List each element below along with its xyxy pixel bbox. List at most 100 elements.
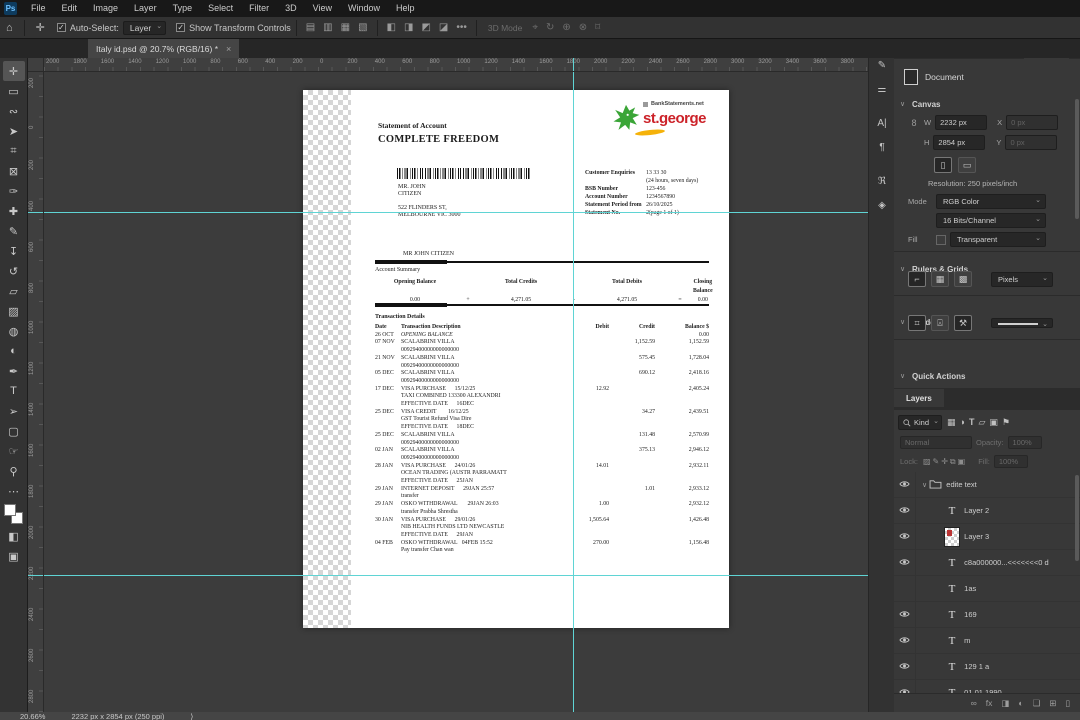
fill-select[interactable]: Transparent [950, 232, 1046, 247]
height-field[interactable]: 2854 px [933, 135, 986, 150]
lock-artboard-icon[interactable]: ⧉ [949, 457, 957, 467]
ruler-corner[interactable] [28, 58, 44, 72]
menu-edit[interactable]: Edit [54, 0, 86, 17]
menu-3d[interactable]: 3D [277, 0, 305, 17]
edit-toolbar[interactable]: ⋯ [3, 481, 25, 501]
vertical-guide[interactable] [573, 72, 574, 712]
lock-pixels-icon[interactable]: ✎ [932, 457, 941, 467]
rectangle-tool[interactable]: ▢ [3, 421, 25, 441]
toggle-rulers-icon[interactable]: ⌐ [908, 271, 926, 287]
move-tool[interactable]: ✛ [2, 61, 25, 81]
quick-mask-icon[interactable]: ◧ [3, 526, 25, 546]
visibility-toggle[interactable] [894, 679, 916, 693]
visibility-toggle[interactable] [894, 627, 916, 654]
history-brush-tool[interactable]: ↺ [3, 261, 25, 281]
new-group-icon[interactable]: ❏ [1033, 698, 1041, 709]
blur-tool[interactable]: ◍ [3, 321, 25, 341]
screen-mode-icon[interactable]: ▣ [3, 546, 25, 566]
layer-row[interactable]: T 169 [894, 601, 1080, 628]
menu-window[interactable]: Window [340, 0, 388, 17]
menu-view[interactable]: View [305, 0, 340, 17]
lock-guides-icon[interactable]: ⍓ [931, 315, 949, 331]
menu-layer[interactable]: Layer [126, 0, 165, 17]
layers-tab[interactable]: Layers [894, 389, 944, 407]
menu-select[interactable]: Select [200, 0, 241, 17]
document-tab[interactable]: Italy id.psd @ 20.7% (RGB/16) * × [88, 39, 240, 58]
eyedropper-tool[interactable]: ✑ [3, 181, 25, 201]
horizontal-ruler[interactable]: 2000 1800 1600 1400 1200 1000 800 600 400 200 0 200… [44, 58, 868, 72]
align-button-1[interactable]: ▥ [319, 22, 336, 33]
toggle-guides-icon[interactable]: ⌗ [908, 315, 926, 331]
filter-shape-layers-icon[interactable]: ▱ [976, 417, 987, 428]
quick-actions-section-header[interactable]: Quick Actions [894, 372, 1080, 381]
more-options-icon[interactable]: ••• [452, 22, 471, 33]
layers-scrollbar[interactable] [1075, 475, 1079, 561]
clone-stamp-tool[interactable]: ↧ [3, 241, 25, 261]
toggle-pixel-grid-icon[interactable]: ▩ [954, 271, 972, 287]
landscape-orientation-button[interactable]: ▭ [958, 157, 976, 173]
layer-row[interactable]: T 129 1 a [894, 653, 1080, 680]
gradient-tool[interactable]: ▨ [3, 301, 25, 321]
portrait-orientation-button[interactable]: ▯ [934, 157, 952, 173]
3d-panel-icon[interactable]: ◈ [869, 193, 895, 217]
canvas-section-header[interactable]: Canvas [894, 100, 1080, 109]
distribute-button-3[interactable]: ◪ [435, 22, 452, 33]
visibility-toggle[interactable] [894, 472, 916, 498]
horizontal-guide[interactable] [44, 575, 868, 576]
eraser-tool[interactable]: ▱ [3, 281, 25, 301]
zoom-tool[interactable]: ⚲ [3, 461, 25, 481]
visibility-toggle[interactable] [894, 523, 916, 550]
visibility-toggle[interactable] [894, 653, 916, 680]
layer-effects-icon[interactable]: fx [986, 698, 993, 708]
align-button-3[interactable]: ▧ [354, 22, 371, 33]
visibility-toggle[interactable] [894, 601, 916, 628]
menu-file[interactable]: File [23, 0, 54, 17]
document-canvas[interactable]: BankStatements.net st.george Statement o… [303, 90, 729, 628]
add-layer-mask-icon[interactable]: ◨ [1001, 698, 1009, 709]
ruler-units-select[interactable]: Pixels [991, 271, 1053, 287]
align-button-0[interactable]: ▤ [302, 22, 319, 33]
auto-select-target-dropdown[interactable]: Layer [122, 20, 167, 35]
frame-tool[interactable]: ⊠ [3, 161, 25, 181]
hand-tool[interactable]: ☞ [3, 441, 25, 461]
foreground-color-swatch[interactable] [3, 504, 16, 516]
menu-type[interactable]: Type [165, 0, 201, 17]
filter-toggle-icon[interactable]: ⚑ [1000, 417, 1012, 428]
type-tool[interactable]: T [3, 381, 25, 401]
menu-image[interactable]: Image [85, 0, 126, 17]
filter-pixel-layers-icon[interactable]: ▦ [945, 417, 958, 428]
distribute-button-1[interactable]: ◨ [400, 22, 417, 33]
status-chevron-icon[interactable]: ⟩ [190, 712, 193, 720]
visibility-toggle[interactable] [894, 497, 916, 524]
home-icon[interactable]: ⌂ [0, 22, 19, 34]
new-layer-icon[interactable]: ⊞ [1049, 698, 1056, 709]
layer-row[interactable]: T Layer 2 [894, 497, 1080, 524]
width-field[interactable]: 2232 px [935, 115, 988, 130]
filter-type-layers-icon[interactable]: T [967, 417, 977, 428]
new-adjustment-layer-icon[interactable]: ◐ [1018, 698, 1023, 708]
color-swatches[interactable] [3, 504, 24, 526]
edit-guides-icon[interactable]: ⚒ [954, 315, 972, 331]
dodge-tool[interactable]: ◐ [3, 341, 25, 361]
paragraph-panel-icon[interactable]: ¶ [869, 135, 895, 159]
distribute-button-0[interactable]: ◧ [383, 22, 400, 33]
lock-transparency-icon[interactable]: ▨ [922, 457, 932, 467]
tool-presets-panel-icon[interactable]: ⚌ [869, 77, 895, 101]
lasso-tool[interactable]: ∾ [3, 101, 25, 121]
filter-adjustment-layers-icon[interactable]: ◑ [958, 417, 967, 428]
toggle-grid-icon[interactable]: ▦ [931, 271, 949, 287]
brush-tool[interactable]: ✎ [3, 221, 25, 241]
bit-depth-select[interactable]: 16 Bits/Channel [936, 213, 1046, 228]
filter-smart-objects-icon[interactable]: ▣ [987, 417, 1000, 428]
pen-tool[interactable]: ✒ [3, 361, 25, 381]
layer-filter-kind[interactable]: Kind [898, 415, 943, 430]
zoom-level[interactable]: 20.66% [20, 712, 45, 720]
healing-brush-tool[interactable]: ✚ [3, 201, 25, 221]
layer-row[interactable]: T 1as [894, 575, 1080, 602]
distribute-button-2[interactable]: ◩ [417, 22, 434, 33]
rectangular-marquee-tool[interactable]: ▭ [3, 81, 25, 101]
horizontal-guide[interactable] [44, 212, 868, 213]
layer-row[interactable]: T c8a000000...<<<<<<<0 d [894, 549, 1080, 576]
visibility-toggle[interactable] [894, 575, 916, 602]
move-tool-icon[interactable]: ✛ [30, 21, 51, 34]
